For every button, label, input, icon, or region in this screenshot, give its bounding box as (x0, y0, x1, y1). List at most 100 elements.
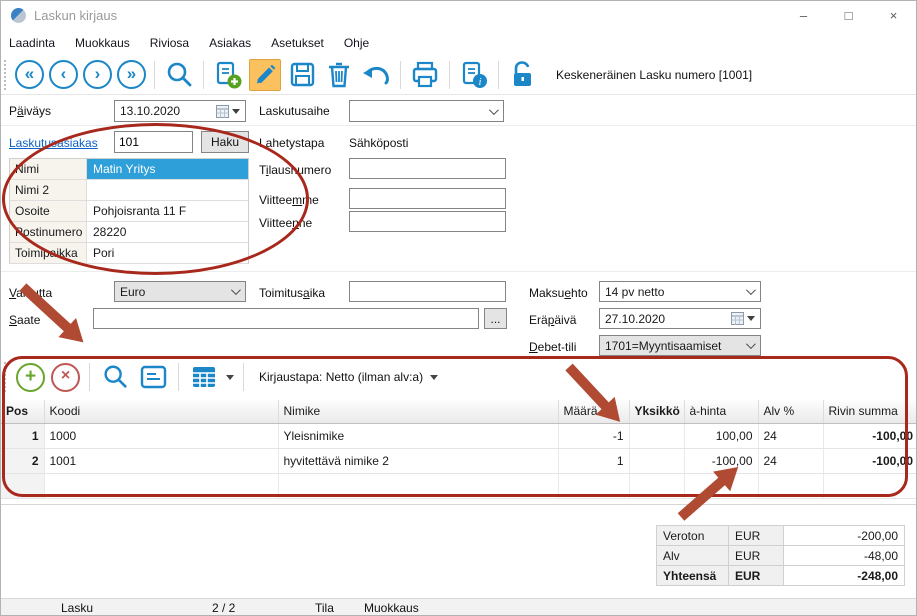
window-controls: – □ × (781, 1, 916, 29)
valuutta-label: Valuutta (9, 286, 53, 300)
items-toolbar: + × Kirjaustapa: Netto (ilman alv:a) (1, 357, 916, 397)
dropdown-arrow-icon (747, 316, 755, 321)
unlocked-icon[interactable] (507, 59, 539, 91)
asiakas-numero-input[interactable] (114, 131, 193, 153)
save-icon[interactable] (286, 59, 318, 91)
grid-view-dropdown-icon[interactable] (226, 374, 234, 380)
new-document-icon[interactable] (212, 59, 244, 91)
first-record-icon[interactable]: « (15, 60, 44, 89)
toolbar-grip (4, 362, 8, 392)
row-search-icon[interactable] (99, 361, 131, 393)
menu-muokkaus[interactable]: Muokkaus (65, 36, 140, 50)
paivays-date-input[interactable]: 13.10.2020 (114, 100, 246, 122)
previous-record-icon[interactable]: ‹ (49, 60, 78, 89)
viitteemme-input[interactable] (349, 188, 506, 209)
menu-laadinta[interactable]: Laadinta (1, 36, 65, 50)
tilausnumero-label: Tilausnumero (259, 163, 332, 177)
erapaiva-date-input[interactable]: 27.10.2020 (599, 308, 761, 329)
laskutusaihe-label: Laskutusaihe (259, 104, 330, 118)
col-koodi[interactable]: Koodi (44, 400, 279, 424)
menu-asetukset[interactable]: Asetukset (261, 36, 334, 50)
app-logo-icon (11, 7, 26, 23)
invoice-line-row[interactable]: 1 1000 Yleisnimike -1 100,00 24 -100,00 (1, 423, 916, 449)
col-pos[interactable]: Pos (1, 400, 45, 424)
total-row-yhteensa: Yhteensä EUR -248,00 (657, 566, 904, 586)
laskutusaihe-combo[interactable] (349, 100, 504, 122)
last-record-icon[interactable]: » (117, 60, 146, 89)
add-row-icon[interactable]: + (16, 362, 45, 392)
maksuehto-label: Maksuehto (529, 286, 588, 300)
saate-more-button[interactable]: ... (484, 308, 507, 329)
combo-chevron-icon (745, 285, 756, 296)
row-details-icon[interactable] (137, 361, 169, 393)
totals-table: Veroton EUR -200,00 Alv EUR -48,00 Yhtee… (656, 525, 905, 586)
menu-riviosa[interactable]: Riviosa (140, 36, 199, 50)
undo-icon[interactable] (360, 59, 392, 91)
haku-button[interactable]: Haku (201, 131, 249, 153)
dropdown-arrow-icon (430, 374, 439, 380)
toolbar-separator (449, 60, 450, 89)
svg-text:i: i (479, 77, 482, 88)
toimitusaika-input[interactable] (349, 281, 506, 302)
statusbar-tila-value: Muokkaus (364, 601, 419, 615)
kirjaustapa-dropdown[interactable]: Kirjaustapa: Netto (ilman alv:a) (259, 370, 439, 384)
col-alv[interactable]: Alv % (758, 400, 824, 424)
col-nimike[interactable]: Nimike (278, 400, 559, 424)
customer-row: Postinumero 28220 (10, 222, 248, 243)
col-yksikko[interactable]: Yksikkö (629, 400, 685, 424)
debet-tili-combo[interactable]: 1701=Myyntisaamiset (599, 335, 761, 356)
maximize-button[interactable]: □ (826, 1, 871, 29)
close-button[interactable]: × (871, 1, 916, 29)
toolbar-grip (4, 59, 8, 90)
customer-name-value[interactable]: Matin Yritys (87, 159, 248, 179)
saate-input[interactable] (93, 308, 479, 329)
lahetystapa-label: Lahetystapa (259, 136, 325, 150)
viitteenne-input[interactable] (349, 211, 506, 232)
invoice-status-text: Keskeneräinen Lasku numero [1001] (556, 67, 753, 82)
statusbar-tila-label: Tila (315, 601, 334, 615)
col-maara[interactable]: Määrä (558, 400, 630, 424)
lahetystapa-value: Sähköposti (349, 136, 409, 150)
valuutta-combo[interactable]: Euro (114, 281, 246, 302)
next-record-icon[interactable]: › (83, 60, 112, 89)
total-row-veroton: Veroton EUR -200,00 (657, 526, 904, 546)
toolbar-separator (498, 60, 499, 89)
saate-label: Saate (9, 313, 41, 327)
laskutusasiakas-link[interactable]: Laskutusasiakas (9, 136, 98, 150)
combo-chevron-icon (488, 104, 499, 115)
edit-pencil-icon[interactable] (249, 58, 281, 91)
customer-row: Nimi 2 (10, 180, 248, 201)
customer-row: Toimipaikka Pori (10, 243, 248, 264)
statusbar-doc-type: Lasku (61, 601, 94, 615)
invoice-line-row[interactable]: 2 1001 hyvitettävä nimike 2 1 -100,00 24… (1, 448, 916, 474)
print-icon[interactable] (409, 59, 441, 91)
toolbar-separator (89, 363, 90, 391)
toolbar-separator (178, 363, 179, 391)
invoice-line-row-empty[interactable] (1, 473, 916, 499)
combo-chevron-icon (230, 285, 241, 296)
calendar-icon (731, 312, 744, 325)
delete-row-icon[interactable]: × (51, 362, 80, 392)
app-window: Laskun kirjaus – □ × Laadinta Muokkaus R… (0, 0, 917, 616)
viitteemme-label: Viitteemme (259, 193, 319, 207)
menu-ohje[interactable]: Ohje (334, 36, 379, 50)
col-rivin-summa[interactable]: Rivin summa (823, 400, 916, 424)
minimize-button[interactable]: – (781, 1, 826, 29)
grid-view-icon[interactable] (188, 361, 220, 393)
calendar-icon (216, 104, 229, 118)
menu-asiakas[interactable]: Asiakas (199, 36, 261, 50)
separator-line (1, 271, 916, 272)
debet-tili-label: Debet-tili (529, 340, 577, 354)
customer-row: Osoite Pohjoisranta 11 F (10, 201, 248, 222)
separator-line (1, 125, 916, 126)
delete-trash-icon[interactable] (323, 59, 355, 91)
toolbar-separator (243, 363, 244, 391)
search-icon[interactable] (163, 59, 195, 91)
dropdown-arrow-icon (232, 108, 240, 114)
maksuehto-combo[interactable]: 14 pv netto (599, 281, 761, 302)
invoice-lines-table: Pos Koodi Nimike Määrä Yksikkö à-hinta A… (1, 400, 916, 499)
col-ahinta[interactable]: à-hinta (684, 400, 759, 424)
viitteenne-label: Viitteenne (259, 216, 313, 230)
document-info-icon[interactable]: i (458, 59, 490, 91)
tilausnumero-input[interactable] (349, 158, 506, 179)
